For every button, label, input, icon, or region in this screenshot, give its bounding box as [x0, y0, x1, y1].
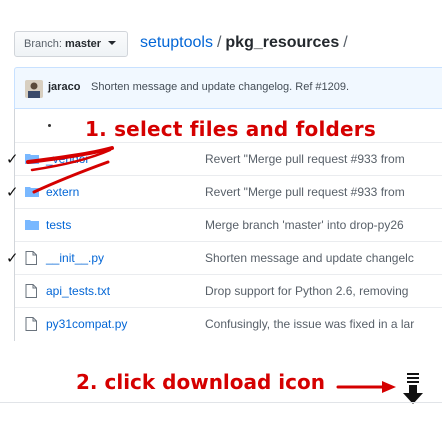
file-icon [25, 284, 39, 298]
file-name-link[interactable]: api_tests.txt [46, 284, 110, 298]
file-icon [25, 317, 39, 331]
branch-selector-button[interactable]: Branch: master [14, 31, 128, 57]
cursor-dot [48, 124, 51, 127]
divider [0, 402, 442, 403]
file-row[interactable]: api_tests.txt Drop support for Python 2.… [15, 274, 442, 307]
file-commit-message[interactable]: Shorten message and update changelc [205, 251, 442, 265]
file-commit-message[interactable]: Merge branch 'master' into drop-py26 [205, 218, 442, 232]
check-mark-icon: ✓ [6, 183, 19, 201]
file-commit-message[interactable]: Revert "Merge pull request #933 from [205, 152, 442, 166]
selection-scribble [26, 146, 114, 194]
file-name-link[interactable]: __init__.py [46, 251, 104, 265]
breadcrumb-current-dir: pkg_resources [225, 34, 340, 51]
file-name-link[interactable]: py31compat.py [46, 317, 127, 331]
breadcrumb-repo-link[interactable]: setuptools [140, 34, 213, 51]
check-mark-icon: ✓ [6, 150, 19, 168]
file-row[interactable]: py31compat.py Confusingly, the issue was… [15, 307, 442, 340]
commit-author-link[interactable]: jaraco [48, 81, 80, 93]
file-row[interactable]: __init__.py Shorten message and update c… [15, 241, 442, 274]
file-row[interactable]: tests Merge branch 'master' into drop-py… [15, 208, 442, 241]
breadcrumb-separator: / [216, 34, 222, 51]
avatar[interactable] [25, 80, 43, 98]
annotation-step-2: 2. click download icon [76, 370, 325, 394]
folder-icon [25, 218, 39, 232]
chevron-down-icon [108, 41, 117, 45]
download-icon[interactable] [402, 372, 424, 406]
latest-commit-bar: jaraco Shorten message and update change… [14, 67, 442, 109]
breadcrumb-trailing-separator: / [343, 34, 348, 51]
file-commit-message[interactable]: Revert "Merge pull request #933 from [205, 185, 442, 199]
annotation-step-1: 1. select files and folders [85, 117, 376, 141]
check-mark-icon: ✓ [6, 249, 19, 267]
file-commit-message[interactable]: Confusingly, the issue was fixed in a la… [205, 317, 442, 331]
arrow-right-icon [336, 381, 396, 393]
file-icon [25, 251, 39, 265]
commit-message-link[interactable]: Shorten message and update changelog. Re… [91, 81, 349, 93]
file-commit-message[interactable]: Drop support for Python 2.6, removing [205, 284, 442, 298]
breadcrumb: setuptools / pkg_resources / [140, 33, 352, 53]
file-name-link[interactable]: tests [46, 218, 71, 232]
branch-value: master [64, 38, 102, 50]
branch-label: Branch: [24, 38, 62, 50]
